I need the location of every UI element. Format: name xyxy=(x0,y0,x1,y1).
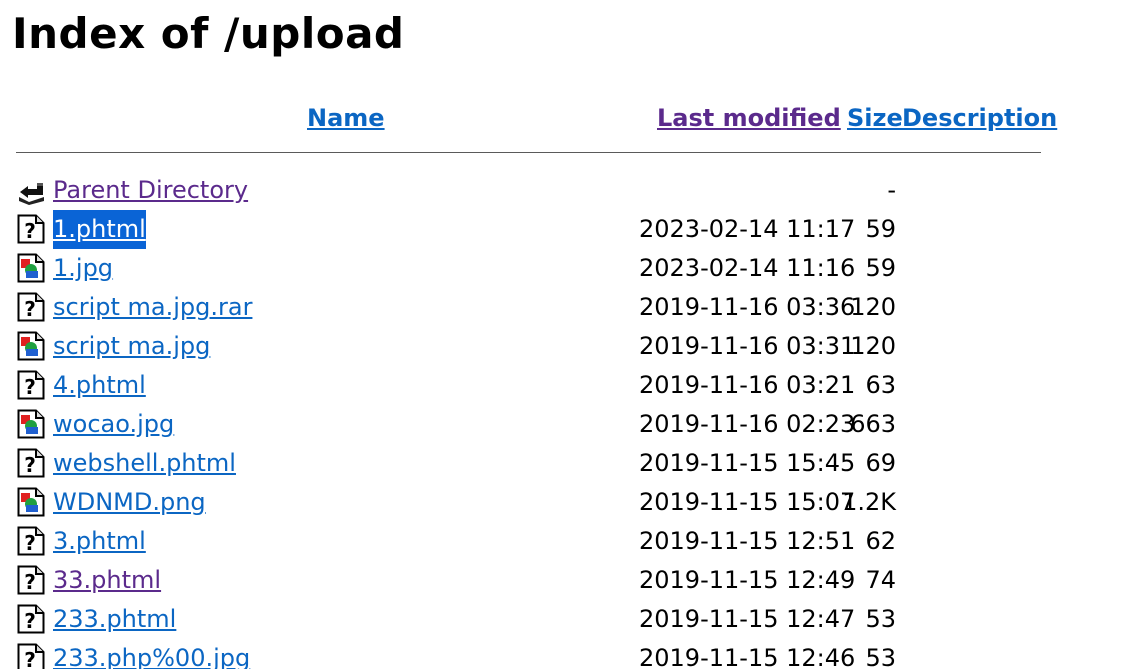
file-size: 62 xyxy=(865,527,896,555)
file-size: 63 xyxy=(865,371,896,399)
file-size: 59 xyxy=(865,215,896,243)
last-modified-date: 2019-11-15 12:49 xyxy=(639,566,856,594)
unknown-file-icon: ? xyxy=(17,604,45,634)
sort-by-description-link[interactable]: Description xyxy=(902,101,1057,135)
file-link[interactable]: script ma.jpg xyxy=(53,327,210,366)
unknown-file-icon: ? xyxy=(17,643,45,669)
file-link[interactable]: webshell.phtml xyxy=(53,444,236,483)
file-link[interactable]: WDNMD.png xyxy=(53,483,206,522)
file-row: ? 1.phtml 2023-02-14 11:17 59 xyxy=(0,210,1134,249)
last-modified-date: 2019-11-15 12:51 xyxy=(639,527,856,555)
unknown-file-icon: ? xyxy=(17,214,45,244)
file-link[interactable]: 3.phtml xyxy=(53,522,146,561)
parent-directory-link[interactable]: Parent Directory xyxy=(53,171,248,210)
last-modified-date: 2023-02-14 11:17 xyxy=(639,215,856,243)
sort-by-size-link[interactable]: Size xyxy=(847,101,903,135)
header-divider xyxy=(16,152,1041,153)
file-row: WDNMD.png 2019-11-15 15:07 1.2K xyxy=(0,483,1134,522)
svg-text:?: ? xyxy=(24,609,36,633)
file-size: 120 xyxy=(850,332,896,360)
last-modified-date: 2019-11-15 12:46 xyxy=(639,644,856,669)
image-file-icon xyxy=(17,331,45,361)
file-row: wocao.jpg 2019-11-16 02:23 663 xyxy=(0,405,1134,444)
svg-text:?: ? xyxy=(24,453,36,477)
file-link[interactable]: 233.php%00.jpg xyxy=(53,639,250,669)
file-link[interactable]: 1.jpg xyxy=(53,249,113,288)
file-row: script ma.jpg 2019-11-16 03:31 120 xyxy=(0,327,1134,366)
sort-by-last-modified-link[interactable]: Last modified xyxy=(657,101,841,135)
svg-text:?: ? xyxy=(24,219,36,243)
file-size: 74 xyxy=(865,566,896,594)
file-size: 53 xyxy=(865,605,896,633)
file-row: ? webshell.phtml 2019-11-15 15:45 69 xyxy=(0,444,1134,483)
image-file-icon xyxy=(17,253,45,283)
file-size: 1.2K xyxy=(842,488,896,516)
unknown-file-icon: ? xyxy=(17,370,45,400)
page-title: Index of /upload xyxy=(12,9,405,58)
file-row: ? script ma.jpg.rar 2019-11-16 03:36 120 xyxy=(0,288,1134,327)
last-modified-date: 2019-11-15 15:45 xyxy=(639,449,856,477)
last-modified-date: 2023-02-14 11:16 xyxy=(639,254,856,282)
file-size: 663 xyxy=(850,410,896,438)
image-file-icon xyxy=(17,409,45,439)
svg-text:?: ? xyxy=(24,375,36,399)
file-size: 69 xyxy=(865,449,896,477)
file-row: ? 3.phtml 2019-11-15 12:51 62 xyxy=(0,522,1134,561)
last-modified-date: 2019-11-15 15:07 xyxy=(639,488,856,516)
file-link[interactable]: script ma.jpg.rar xyxy=(53,288,252,327)
file-size: 53 xyxy=(865,644,896,669)
unknown-file-icon: ? xyxy=(17,526,45,556)
unknown-file-icon: ? xyxy=(17,292,45,322)
sort-by-name-link[interactable]: Name xyxy=(307,101,385,135)
file-size: 120 xyxy=(850,293,896,321)
back-arrow-icon xyxy=(17,175,45,205)
file-size: - xyxy=(887,176,896,204)
file-link[interactable]: 4.phtml xyxy=(53,366,146,405)
svg-text:?: ? xyxy=(24,648,36,669)
file-link[interactable]: 1.phtml xyxy=(53,210,146,249)
file-link[interactable]: wocao.jpg xyxy=(53,405,174,444)
file-row: ? 4.phtml 2019-11-16 03:21 63 xyxy=(0,366,1134,405)
file-link[interactable]: 33.phtml xyxy=(53,561,161,600)
unknown-file-icon: ? xyxy=(17,448,45,478)
unknown-file-icon: ? xyxy=(17,565,45,595)
file-size: 59 xyxy=(865,254,896,282)
file-row: ? 233.phtml 2019-11-15 12:47 53 xyxy=(0,600,1134,639)
file-row: ? 233.php%00.jpg 2019-11-15 12:46 53 xyxy=(0,639,1134,669)
last-modified-date: 2019-11-15 12:47 xyxy=(639,605,856,633)
svg-text:?: ? xyxy=(24,531,36,555)
file-row: 1.jpg 2023-02-14 11:16 59 xyxy=(0,249,1134,288)
svg-text:?: ? xyxy=(24,297,36,321)
last-modified-date: 2019-11-16 03:21 xyxy=(639,371,856,399)
last-modified-date: 2019-11-16 03:31 xyxy=(639,332,856,360)
image-file-icon xyxy=(17,487,45,517)
parent-directory-row: Parent Directory - xyxy=(0,171,1134,210)
svg-text:?: ? xyxy=(24,570,36,594)
file-link[interactable]: 233.phtml xyxy=(53,600,176,639)
last-modified-date: 2019-11-16 02:23 xyxy=(639,410,856,438)
file-list: Parent Directory - ? 1.phtml 2023-02-14 11… xyxy=(0,171,1134,669)
last-modified-date: 2019-11-16 03:36 xyxy=(639,293,856,321)
file-row: ? 33.phtml 2019-11-15 12:49 74 xyxy=(0,561,1134,600)
